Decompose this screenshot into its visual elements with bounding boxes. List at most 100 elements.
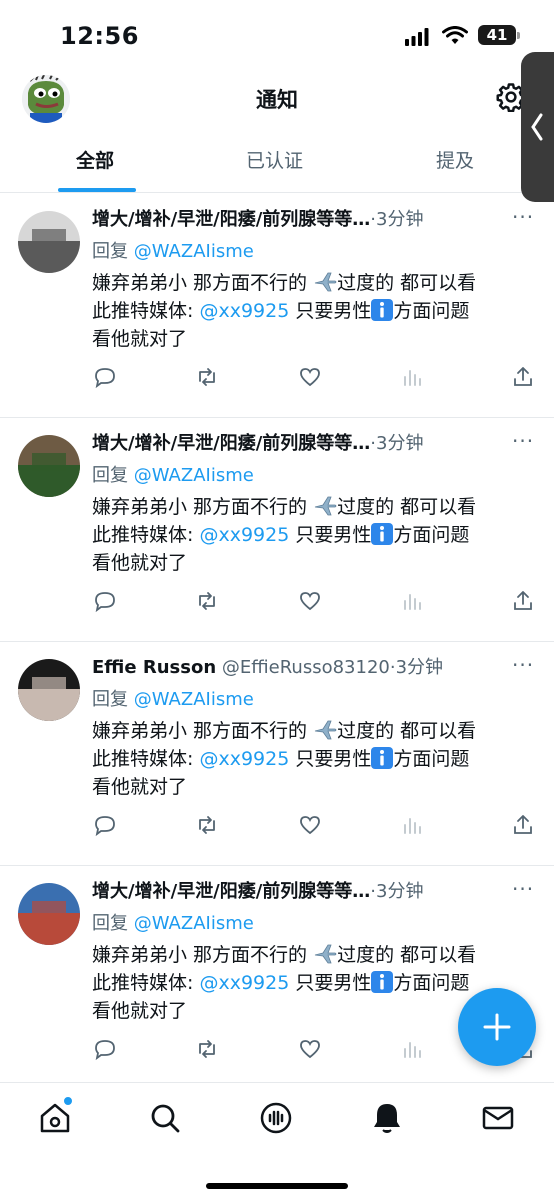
status-time: 12:56 xyxy=(60,22,139,50)
info-emoji-icon xyxy=(371,971,394,993)
home-indicator xyxy=(206,1183,348,1189)
timestamp: ·3分钟 xyxy=(370,433,424,454)
like-icon[interactable] xyxy=(298,589,322,613)
status-bar: 12:56 41 xyxy=(0,0,554,72)
more-options-button[interactable]: ··· xyxy=(512,877,534,901)
author-handle: @EffieRusso83120 xyxy=(216,657,390,678)
author-name[interactable]: 增大/增补/早泄/阳痿/前列腺等等… xyxy=(92,881,370,902)
text-segment: 此推特媒体: xyxy=(92,524,200,546)
reply-prefix: 回复 xyxy=(92,465,128,486)
text-segment: 只要男性 xyxy=(289,300,372,322)
tweet-actions xyxy=(0,589,554,619)
tab-all[interactable]: 全部 xyxy=(76,146,114,173)
tab-mentions[interactable]: 提及 xyxy=(436,146,474,173)
reply-prefix: 回复 xyxy=(92,241,128,262)
tweet-actions xyxy=(0,813,554,843)
airplane-emoji-icon xyxy=(314,720,337,740)
text-segment: 嫌弃弟弟小 那方面不行的 xyxy=(92,720,314,742)
text-segment: 只要男性 xyxy=(289,524,372,546)
messages-icon[interactable] xyxy=(481,1101,515,1135)
text-segment: 过度的 都可以看 xyxy=(337,272,477,294)
share-icon[interactable] xyxy=(511,589,535,613)
airplane-emoji-icon xyxy=(314,496,337,516)
text-segment: 方面问题 xyxy=(393,300,470,322)
author-name[interactable]: Effie Russon xyxy=(92,657,216,678)
avatar[interactable] xyxy=(18,211,80,273)
reply-mention-link[interactable]: @WAZAIisme xyxy=(134,913,254,934)
share-icon[interactable] xyxy=(511,813,535,837)
timestamp: ·3分钟 xyxy=(370,881,424,902)
text-segment: 此推特媒体: xyxy=(92,748,200,770)
search-icon[interactable] xyxy=(148,1101,182,1135)
more-options-button[interactable]: ··· xyxy=(512,205,534,229)
like-icon[interactable] xyxy=(298,365,322,389)
timestamp: ·3分钟 xyxy=(370,209,424,230)
more-options-button[interactable]: ··· xyxy=(512,429,534,453)
airplane-emoji-icon xyxy=(314,944,337,964)
text-segment: 过度的 都可以看 xyxy=(337,720,477,742)
reply-mention-link[interactable]: @WAZAIisme xyxy=(134,465,254,486)
reply-icon[interactable] xyxy=(93,813,117,837)
mention-link[interactable]: @xx9925 xyxy=(199,524,289,546)
views-icon[interactable] xyxy=(400,813,424,837)
mention-link[interactable]: @xx9925 xyxy=(199,972,289,994)
reply-context: 回复 @WAZAIisme xyxy=(92,237,254,263)
author-name[interactable]: 增大/增补/早泄/阳痿/前列腺等等… xyxy=(92,209,370,230)
share-icon[interactable] xyxy=(511,365,535,389)
avatar[interactable] xyxy=(18,659,80,721)
text-segment: 方面问题 xyxy=(393,748,470,770)
tab-verified[interactable]: 已认证 xyxy=(246,146,303,173)
retweet-icon[interactable] xyxy=(195,365,219,389)
airplane-emoji-icon xyxy=(314,272,337,292)
avatar[interactable] xyxy=(18,883,80,945)
more-options-button[interactable]: ··· xyxy=(512,653,534,677)
reply-icon[interactable] xyxy=(93,1037,117,1061)
views-icon[interactable] xyxy=(400,1037,424,1061)
reply-icon[interactable] xyxy=(93,589,117,613)
avatar-image-icon xyxy=(18,659,80,721)
text-segment: 看他就对了 xyxy=(92,776,188,798)
compose-button[interactable] xyxy=(458,988,536,1066)
tweet-actions xyxy=(0,365,554,395)
side-handle[interactable] xyxy=(521,52,554,202)
notification-tabs: 全部 已认证 提及 xyxy=(0,132,554,192)
text-segment: 嫌弃弟弟小 那方面不行的 xyxy=(92,944,314,966)
notifications-icon[interactable] xyxy=(370,1101,404,1135)
reply-mention-link[interactable]: @WAZAIisme xyxy=(134,689,254,710)
retweet-icon[interactable] xyxy=(195,813,219,837)
wifi-icon xyxy=(442,26,468,44)
text-segment: 看他就对了 xyxy=(92,1000,188,1022)
text-segment: 只要男性 xyxy=(289,972,372,994)
notification-header: 增大/增补/早泄/阳痿/前列腺等等…·3分钟 xyxy=(92,429,512,455)
avatar[interactable] xyxy=(18,435,80,497)
views-icon[interactable] xyxy=(400,589,424,613)
reply-icon[interactable] xyxy=(93,365,117,389)
text-segment: 此推特媒体: xyxy=(92,300,200,322)
notification-item[interactable]: 增大/增补/早泄/阳痿/前列腺等等…·3分钟 ··· 回复 @WAZAIisme… xyxy=(0,193,554,418)
like-icon[interactable] xyxy=(298,1037,322,1061)
notification-header: 增大/增补/早泄/阳痿/前列腺等等…·3分钟 xyxy=(92,205,512,231)
header: 通知 全部 已认证 提及 xyxy=(0,72,554,193)
author-name[interactable]: 增大/增补/早泄/阳痿/前列腺等等… xyxy=(92,433,370,454)
avatar-image-icon xyxy=(18,435,80,497)
mention-link[interactable]: @xx9925 xyxy=(199,748,289,770)
battery-indicator: 41 xyxy=(478,25,520,45)
tweet-text: 嫌弃弟弟小 那方面不行的 过度的 都可以看 此推特媒体: @xx9925 只要男… xyxy=(92,269,532,353)
notification-item[interactable]: Effie Russon @EffieRusso83120·3分钟 ··· 回复… xyxy=(0,641,554,866)
mention-link[interactable]: @xx9925 xyxy=(199,300,289,322)
reply-mention-link[interactable]: @WAZAIisme xyxy=(134,241,254,262)
views-icon[interactable] xyxy=(400,365,424,389)
chevron-left-icon xyxy=(531,113,543,141)
plus-icon xyxy=(483,1013,511,1041)
info-emoji-icon xyxy=(371,299,394,321)
reply-context: 回复 @WAZAIisme xyxy=(92,461,254,487)
text-segment: 方面问题 xyxy=(393,524,470,546)
avatar-image-icon xyxy=(18,883,80,945)
notification-item[interactable]: 增大/增补/早泄/阳痿/前列腺等等…·3分钟 ··· 回复 @WAZAIisme… xyxy=(0,417,554,642)
text-segment: 看他就对了 xyxy=(92,552,188,574)
spaces-icon[interactable] xyxy=(259,1101,293,1135)
like-icon[interactable] xyxy=(298,813,322,837)
retweet-icon[interactable] xyxy=(195,589,219,613)
retweet-icon[interactable] xyxy=(195,1037,219,1061)
timestamp: ·3分钟 xyxy=(389,657,444,678)
